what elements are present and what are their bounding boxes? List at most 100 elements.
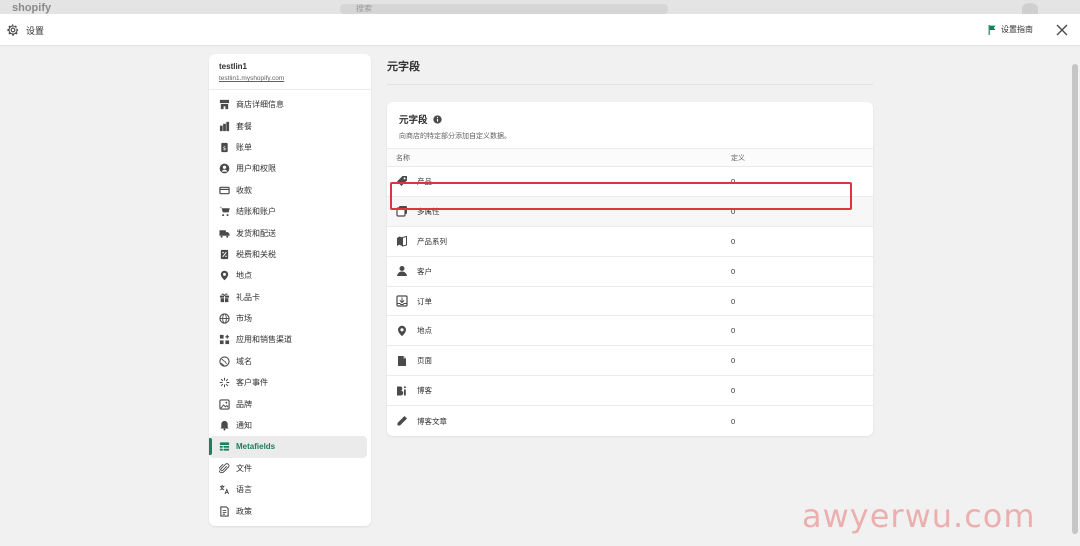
flag-icon bbox=[988, 24, 996, 35]
table-row-customers[interactable]: 客户 0 bbox=[387, 257, 873, 287]
table-row-locations[interactable]: 地点 0 bbox=[387, 316, 873, 347]
policy-icon bbox=[220, 505, 229, 517]
sidebar-item-taxes[interactable]: 税费和关税 bbox=[209, 244, 367, 265]
row-count: 0 bbox=[731, 266, 736, 276]
row-count: 0 bbox=[731, 386, 736, 396]
row-count: 0 bbox=[731, 326, 736, 336]
payments-icon bbox=[219, 186, 230, 195]
sidebar-item-brand[interactable]: 品牌 bbox=[209, 393, 367, 414]
background-admin-bar: shopify 搜索 bbox=[0, 0, 1080, 14]
sidebar-item-apps[interactable]: 应用和销售渠道 bbox=[209, 329, 367, 350]
sidebar-item-label: 政策 bbox=[236, 506, 252, 516]
sidebar-item-notifications[interactable]: 通知 bbox=[209, 415, 367, 436]
page-title: 元字段 bbox=[387, 61, 420, 73]
row-count: 0 bbox=[731, 356, 736, 366]
sidebar-item-label: 域名 bbox=[236, 356, 252, 366]
tax-icon bbox=[220, 249, 229, 260]
user-circle-icon bbox=[219, 164, 230, 174]
background-search: 搜索 bbox=[340, 4, 668, 14]
table-row-pages[interactable]: 页面 0 bbox=[387, 346, 873, 377]
sidebar-item-store-details[interactable]: 商店详细信息 bbox=[209, 94, 367, 115]
sidebar-item-markets[interactable]: 市场 bbox=[209, 308, 367, 329]
metafields-card: 元字段 向商店的特定部分添加自定义数据。 名称 定义 产品 0 多属性 0 产品… bbox=[387, 102, 873, 436]
sidebar-item-label: 文件 bbox=[236, 463, 252, 473]
row-label: 地点 bbox=[417, 326, 432, 336]
bell-icon bbox=[220, 420, 229, 431]
paperclip-icon bbox=[219, 463, 230, 473]
store-url[interactable]: testlin1.myshopify.com bbox=[219, 75, 361, 82]
order-icon bbox=[396, 295, 408, 307]
sidebar-item-label: 通知 bbox=[236, 421, 252, 431]
sidebar-item-label: 发货和配送 bbox=[236, 228, 276, 238]
settings-title: 设置 bbox=[26, 26, 45, 36]
table-row-variants[interactable]: 多属性 0 bbox=[387, 196, 873, 227]
modal-scrollbar[interactable] bbox=[1070, 54, 1080, 546]
blog-icon bbox=[397, 385, 406, 396]
sidebar-item-label: 收款 bbox=[236, 185, 252, 195]
sidebar-item-languages[interactable]: 语言 bbox=[209, 479, 367, 500]
store-icon bbox=[219, 100, 230, 110]
info-icon[interactable] bbox=[432, 114, 442, 124]
table-row-blog-posts[interactable]: 博客文章 0 bbox=[387, 406, 873, 436]
brand-icon bbox=[219, 399, 230, 410]
metafields-icon bbox=[219, 442, 230, 452]
store-info: testlin1 testlin1.myshopify.com bbox=[209, 54, 371, 90]
card-subtitle: 向商店的特定部分添加自定义数据。 bbox=[399, 133, 511, 140]
title-divider bbox=[387, 84, 873, 85]
svg-text:$: $ bbox=[223, 146, 227, 152]
row-count: 0 bbox=[731, 236, 736, 246]
background-avatar bbox=[1022, 3, 1038, 14]
watermark: awyerwu.com bbox=[802, 497, 1036, 535]
sidebar-item-shipping[interactable]: 发货和配送 bbox=[209, 222, 367, 243]
sidebar-item-label: 结账和账户 bbox=[236, 207, 276, 217]
setup-guide-label: 设置指南 bbox=[1001, 25, 1033, 34]
row-label: 博客文章 bbox=[417, 416, 447, 426]
close-icon[interactable] bbox=[1055, 23, 1069, 37]
sidebar-item-checkout[interactable]: 结账和账户 bbox=[209, 201, 367, 222]
background-brand: shopify bbox=[12, 2, 52, 14]
sidebar-item-files[interactable]: 文件 bbox=[209, 458, 367, 479]
apps-icon bbox=[219, 335, 230, 345]
row-label: 页面 bbox=[417, 356, 432, 366]
sidebar-item-payments[interactable]: 收款 bbox=[209, 180, 367, 201]
sidebar-item-domains[interactable]: 域名 bbox=[209, 351, 367, 372]
row-label: 博客 bbox=[417, 386, 432, 396]
plan-icon bbox=[219, 121, 230, 131]
row-count: 0 bbox=[731, 176, 736, 186]
row-label: 产品 bbox=[417, 176, 432, 186]
sidebar-item-users[interactable]: 用户和权限 bbox=[209, 158, 367, 179]
sidebar-item-gift-cards[interactable]: 礼品卡 bbox=[209, 287, 367, 308]
truck-icon bbox=[219, 229, 230, 238]
row-count: 0 bbox=[731, 416, 736, 426]
sidebar-item-policies[interactable]: 政策 bbox=[209, 500, 367, 521]
table-header: 名称 定义 bbox=[387, 148, 873, 167]
column-header-name: 名称 bbox=[396, 154, 410, 162]
cart-icon bbox=[219, 207, 230, 217]
settings-sidebar: testlin1 testlin1.myshopify.com 商店详细信息 套… bbox=[209, 54, 371, 526]
sidebar-item-label: 套餐 bbox=[236, 121, 252, 131]
sidebar-item-customer-events[interactable]: 客户事件 bbox=[209, 372, 367, 393]
table-row-orders[interactable]: 订单 0 bbox=[387, 287, 873, 317]
sidebar-item-label: Metafields bbox=[236, 442, 276, 452]
globe-icon bbox=[219, 313, 230, 324]
sidebar-item-plan[interactable]: 套餐 bbox=[209, 115, 367, 136]
store-name: testlin1 bbox=[219, 62, 248, 71]
row-label: 客户 bbox=[417, 266, 432, 276]
pencil-icon bbox=[397, 416, 407, 426]
table-row-collections[interactable]: 产品系列 0 bbox=[387, 227, 873, 257]
card-header: 元字段 向商店的特定部分添加自定义数据。 bbox=[387, 102, 873, 148]
table-row-blogs[interactable]: 博客 0 bbox=[387, 376, 873, 407]
variants-icon bbox=[396, 206, 407, 217]
sidebar-item-billing[interactable]: $ 账单 bbox=[209, 137, 367, 158]
translate-icon bbox=[219, 485, 230, 495]
domain-icon bbox=[219, 356, 230, 367]
sidebar-item-label: 礼品卡 bbox=[236, 292, 260, 302]
sidebar-item-metafields[interactable]: Metafields bbox=[209, 436, 367, 458]
sidebar-item-locations[interactable]: 地点 bbox=[209, 265, 367, 286]
setup-guide-button[interactable]: 设置指南 bbox=[988, 24, 1033, 35]
sidebar-item-label: 税费和关税 bbox=[236, 249, 276, 259]
settings-nav: 商店详细信息 套餐 $ 账单 用户和权限 收款 结账和账户 发货和配送 税费和关 bbox=[209, 90, 371, 522]
table-row-products[interactable]: 产品 0 bbox=[387, 167, 873, 197]
sidebar-item-label: 账单 bbox=[236, 142, 252, 152]
scroll-thumb[interactable] bbox=[1072, 64, 1078, 534]
